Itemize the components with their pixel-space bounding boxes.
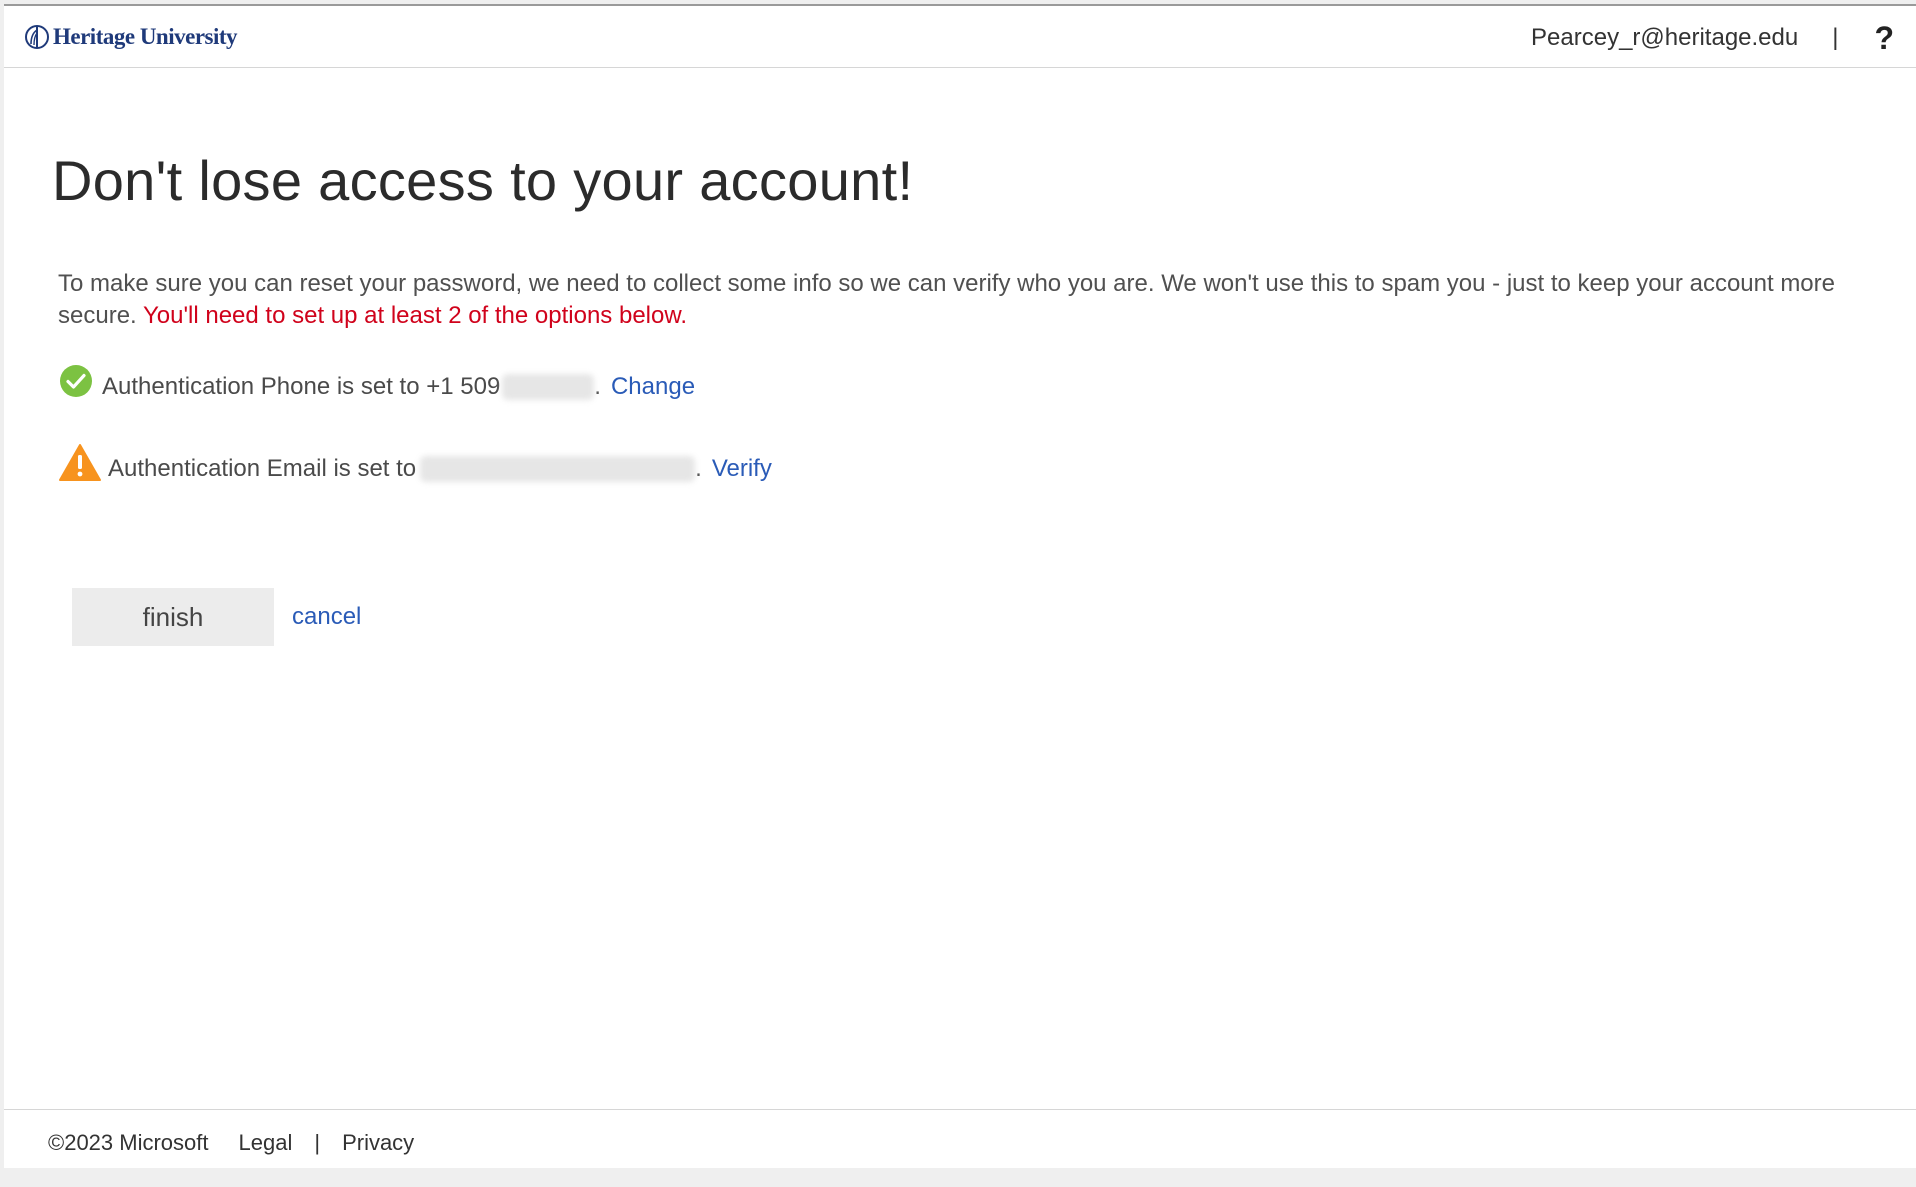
intro-text: To make sure you can reset your password… xyxy=(58,268,1888,332)
redacted-email-address xyxy=(420,456,696,482)
top-bar: Heritage University Pearcey_r@heritage.e… xyxy=(4,6,1916,68)
page: Heritage University Pearcey_r@heritage.e… xyxy=(4,4,1916,1168)
user-email[interactable]: Pearcey_r@heritage.edu xyxy=(1531,24,1798,52)
redacted-phone-number xyxy=(502,374,595,400)
auth-email-label: Authentication Email is set to xyxy=(108,455,417,482)
privacy-link[interactable]: Privacy xyxy=(342,1130,414,1156)
action-buttons: finish cancel xyxy=(72,588,361,646)
footer-links: ©2023 Microsoft Legal | Privacy xyxy=(48,1130,414,1156)
university-logo: Heritage University xyxy=(24,24,238,50)
finish-button[interactable]: finish xyxy=(72,588,274,646)
footer: ©2023 Microsoft Legal | Privacy xyxy=(4,1109,1916,1168)
cancel-link[interactable]: cancel xyxy=(292,603,361,631)
verify-email-link[interactable]: Verify xyxy=(712,455,772,483)
header-separator: | xyxy=(1832,24,1839,51)
auth-email-row: Authentication Email is set to . Verify xyxy=(58,444,772,489)
heritage-logo-icon xyxy=(25,25,49,49)
requirement-warning: You'll need to set up at least 2 of the … xyxy=(142,302,688,329)
auth-phone-period: . xyxy=(594,373,601,400)
auth-phone-label: Authentication Phone is set to +1 509 xyxy=(102,373,501,400)
auth-email-period: . xyxy=(695,455,702,482)
footer-separator: | xyxy=(314,1130,321,1155)
warning-triangle-icon xyxy=(59,444,101,481)
copyright-text: ©2023 Microsoft xyxy=(48,1130,209,1155)
page-title: Don't lose access to your account! xyxy=(52,149,914,212)
auth-phone-row: Authentication Phone is set to +1 509 . … xyxy=(58,365,695,405)
change-phone-link[interactable]: Change xyxy=(611,373,695,401)
logo-text: Heritage University xyxy=(53,24,238,49)
check-circle-icon xyxy=(60,365,92,397)
user-area: Pearcey_r@heritage.edu | ? xyxy=(1531,22,1894,54)
legal-link[interactable]: Legal xyxy=(239,1130,293,1156)
help-icon[interactable]: ? xyxy=(1874,22,1894,54)
